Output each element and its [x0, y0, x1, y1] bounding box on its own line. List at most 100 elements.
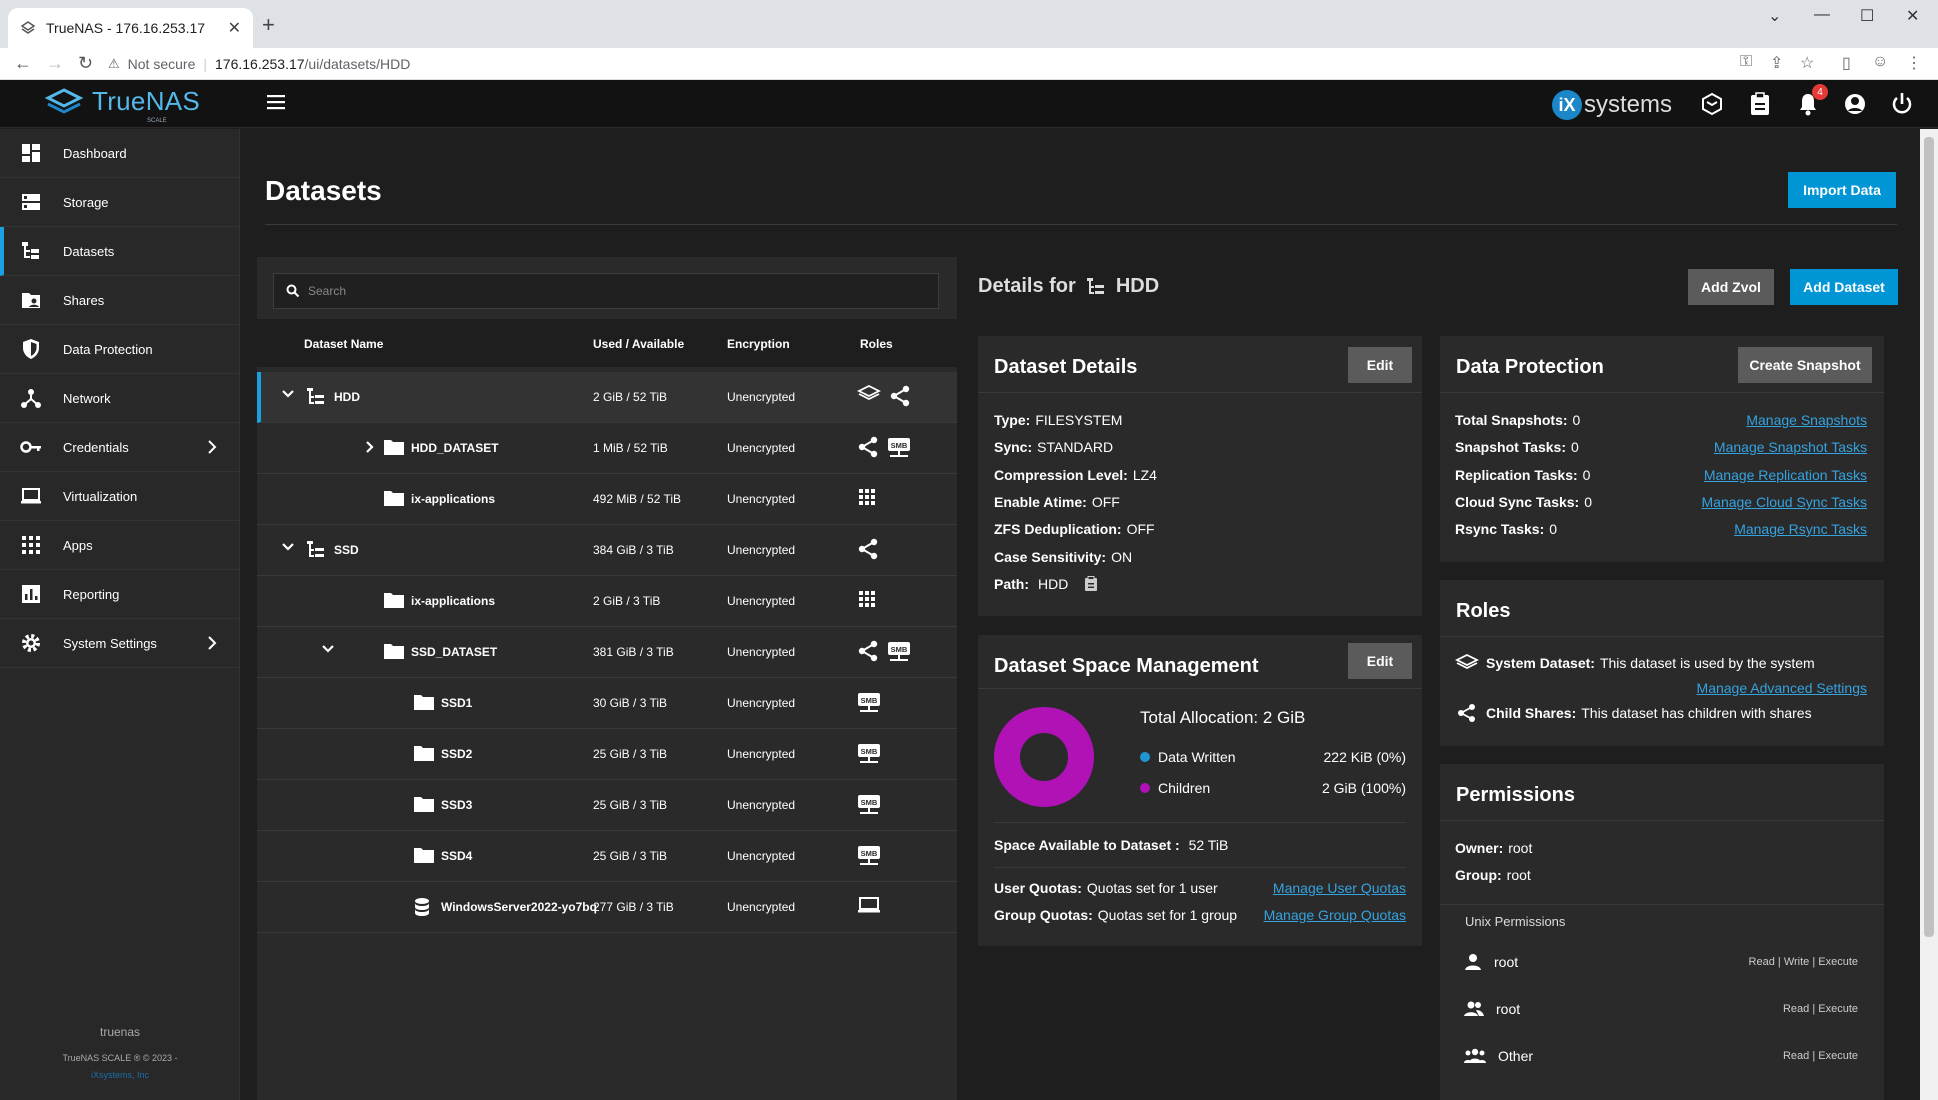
written-value: 222 KiB (0%) [1323, 749, 1406, 765]
account-icon[interactable] [1843, 92, 1867, 116]
browser-tab[interactable]: TrueNAS - 176.16.253.17 ✕ [8, 8, 253, 48]
table-row[interactable]: SSD_DATASET 381 GiB / 3 TiB Unencrypted SMB [257, 627, 957, 678]
copy-clipboard-icon[interactable] [1084, 576, 1098, 592]
chevron-right-icon[interactable] [365, 440, 375, 454]
page-scrollbar[interactable] [1920, 129, 1938, 1100]
manage-replication-tasks-link[interactable]: Manage Replication Tasks [1704, 467, 1867, 483]
chevron-down-icon[interactable] [281, 389, 295, 399]
manage-snapshot-tasks-link[interactable]: Manage Snapshot Tasks [1714, 439, 1867, 455]
sidebar-item-apps[interactable]: Apps [0, 521, 239, 570]
dataset-name: ix-applications [411, 492, 496, 506]
create-snapshot-button[interactable]: Create Snapshot [1738, 347, 1872, 383]
table-row[interactable]: SSD2 25 GiB / 3 TiB Unencrypted SMB [257, 729, 957, 780]
minimize-icon[interactable]: — [1814, 6, 1830, 24]
table-row[interactable]: HDD_DATASET 1 MiB / 52 TiB Unencrypted SMB [257, 423, 957, 474]
sidebar-item-system-settings[interactable]: System Settings [0, 619, 239, 668]
col-dataset-name[interactable]: Dataset Name [304, 337, 383, 351]
reload-icon[interactable]: ↻ [78, 53, 93, 74]
menu-toggle-icon[interactable] [266, 92, 286, 112]
chevron-down-icon[interactable] [281, 542, 295, 552]
divider [978, 392, 1422, 393]
apps-icon[interactable] [857, 487, 877, 507]
smb-share-icon[interactable]: SMB [857, 691, 881, 715]
edit-space-button[interactable]: Edit [1348, 643, 1412, 679]
table-row[interactable]: ix-applications 492 MiB / 52 TiB Unencrypt… [257, 474, 957, 525]
table-row[interactable]: HDD 2 GiB / 52 TiB Unencrypted [257, 372, 957, 423]
sidebar-item-label: Virtualization [63, 488, 138, 504]
sidebar-item-data-protection[interactable]: Data Protection [0, 325, 239, 374]
truenas-logo[interactable]: TrueNAS SCALE [44, 86, 200, 124]
apps-icon[interactable] [857, 589, 877, 609]
sidebar-item-datasets[interactable]: Datasets [0, 227, 239, 276]
close-tab-icon[interactable]: ✕ [228, 18, 241, 38]
vm-laptop-icon[interactable] [857, 895, 881, 915]
url-field[interactable]: ⚠ Not secure | 176.16.253.17/ui/datasets… [108, 52, 410, 76]
manage-group-quotas-link[interactable]: Manage Group Quotas [1264, 907, 1406, 923]
card-title: Data Protection [1456, 356, 1604, 378]
truecommand-icon[interactable] [1700, 92, 1724, 116]
table-row[interactable]: SSD3 25 GiB / 3 TiB Unencrypted SMB [257, 780, 957, 831]
sidebar-item-reporting[interactable]: Reporting [0, 570, 239, 619]
tab-search-icon[interactable]: ⌄ [1768, 6, 1781, 26]
close-window-icon[interactable]: ✕ [1906, 6, 1919, 26]
share-icon[interactable]: ⇪ [1770, 53, 1783, 73]
back-icon[interactable]: ← [14, 53, 32, 74]
sidebar-item-dashboard[interactable]: Dashboard [0, 129, 239, 178]
share-icon[interactable] [857, 436, 879, 458]
smb-share-icon[interactable]: SMB [887, 640, 911, 664]
sidebar-item-shares[interactable]: Shares [0, 276, 239, 325]
smb-share-icon[interactable]: SMB [887, 436, 911, 460]
company-link[interactable]: iXsystems, Inc [0, 1070, 240, 1080]
new-tab-icon[interactable]: + [262, 12, 275, 38]
share-icon [1458, 704, 1475, 722]
forward-icon[interactable]: → [46, 53, 64, 74]
share-icon[interactable] [857, 538, 879, 560]
key-icon[interactable]: ⚿ [1740, 53, 1752, 71]
maximize-icon[interactable]: ☐ [1860, 6, 1874, 26]
smb-share-icon[interactable]: SMB [857, 793, 881, 817]
add-dataset-button[interactable]: Add Dataset [1790, 269, 1898, 305]
share-icon[interactable] [889, 385, 911, 407]
sidebar-item-network[interactable]: Network [0, 374, 239, 423]
share-icon[interactable] [857, 640, 879, 662]
laptop-icon [21, 488, 41, 504]
ixsystems-logo[interactable]: iX systems [1552, 90, 1672, 120]
system-dataset-icon[interactable] [857, 385, 881, 403]
smb-share-icon[interactable]: SMB [857, 742, 881, 766]
side-panel-icon[interactable]: ▯ [1842, 53, 1851, 73]
col-encryption[interactable]: Encryption [727, 337, 790, 351]
smb-share-icon[interactable]: SMB [857, 844, 881, 868]
search-input[interactable]: Search [273, 273, 939, 309]
bookmark-star-icon[interactable]: ☆ [1800, 53, 1814, 73]
dataset-name: HDD_DATASET [411, 441, 499, 455]
import-data-button[interactable]: Import Data [1788, 172, 1896, 208]
sidebar-item-credentials[interactable]: Credentials [0, 423, 239, 472]
table-row[interactable]: SSD4 25 GiB / 3 TiB Unencrypted SMB [257, 831, 957, 882]
table-row[interactable]: WindowsServer2022-yo7bq 277 GiB / 3 TiB Un… [257, 882, 957, 933]
manage-snapshots-link[interactable]: Manage Snapshots [1746, 412, 1867, 428]
chevron-down-icon[interactable] [321, 644, 335, 654]
add-zvol-button[interactable]: Add Zvol [1688, 269, 1774, 305]
col-roles[interactable]: Roles [860, 337, 893, 351]
dataset-tree-icon [1086, 277, 1104, 294]
ix-mark: iX [1552, 90, 1582, 120]
manage-user-quotas-link[interactable]: Manage User Quotas [1273, 880, 1406, 896]
browser-menu-icon[interactable]: ⋮ [1906, 53, 1922, 73]
col-used-available[interactable]: Used / Available [593, 337, 684, 351]
manage-advanced-settings-link[interactable]: Manage Advanced Settings [1697, 680, 1867, 696]
clipboard-tasks-icon[interactable] [1749, 92, 1771, 116]
manage-cloud-sync-tasks-link[interactable]: Manage Cloud Sync Tasks [1702, 494, 1868, 510]
edit-details-button[interactable]: Edit [1348, 347, 1412, 383]
manage-rsync-tasks-link[interactable]: Manage Rsync Tasks [1734, 521, 1867, 537]
sidebar-item-storage[interactable]: Storage [0, 178, 239, 227]
sidebar-item-label: Dashboard [63, 145, 127, 161]
table-row[interactable]: SSD 384 GiB / 3 TiB Unencrypted [257, 525, 957, 576]
dataset-encryption: Unencrypted [727, 849, 796, 863]
scrollbar-thumb[interactable] [1924, 137, 1934, 937]
table-row[interactable]: ix-applications 2 GiB / 3 TiB Unencrypted [257, 576, 957, 627]
power-icon[interactable] [1891, 92, 1913, 116]
sidebar-item-virtualization[interactable]: Virtualization [0, 472, 239, 521]
table-row[interactable]: SSD1 30 GiB / 3 TiB Unencrypted SMB [257, 678, 957, 729]
children-value: 2 GiB (100%) [1321, 780, 1406, 796]
profile-avatar-icon[interactable]: ☺ [1872, 53, 1888, 71]
